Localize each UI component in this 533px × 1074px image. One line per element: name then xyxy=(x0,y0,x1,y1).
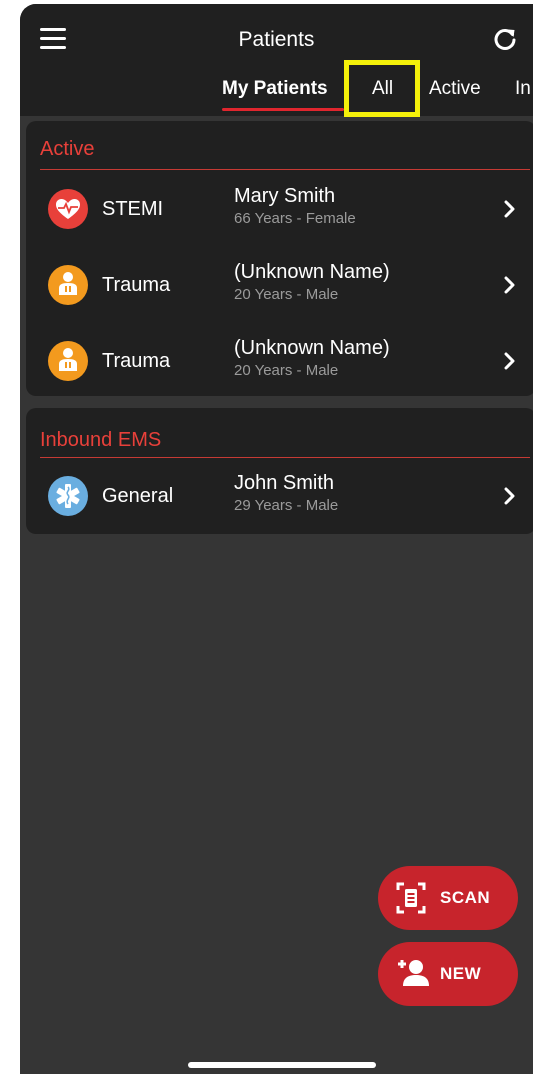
injured-person-icon xyxy=(48,341,88,381)
selected-tab-indicator xyxy=(222,108,344,111)
heart-pulse-icon xyxy=(48,189,88,229)
patient-details: 20 Years - Male xyxy=(234,362,339,379)
tab-inbound[interactable]: In xyxy=(515,78,531,100)
chevron-right-icon xyxy=(504,200,515,218)
patient-name: John Smith xyxy=(234,472,335,494)
patient-type: Trauma xyxy=(102,350,171,372)
patient-details: 20 Years - Male xyxy=(234,286,339,303)
highlight-box xyxy=(344,60,420,117)
add-person-icon xyxy=(398,960,429,986)
list-item[interactable]: STEMI Mary Smith 66 Years - Female xyxy=(26,172,533,246)
patient-name: (Unknown Name) xyxy=(234,337,390,359)
list-item[interactable]: Trauma (Unknown Name) 20 Years - Male xyxy=(26,248,533,322)
chevron-right-icon xyxy=(504,276,515,294)
top-bar: Patients My Patients All Active In xyxy=(20,4,533,117)
new-label: NEW xyxy=(440,964,482,983)
patient-details: 29 Years - Male xyxy=(234,497,339,514)
scan-button[interactable]: SCAN xyxy=(378,866,518,930)
list-item[interactable]: General John Smith 29 Years - Male xyxy=(26,459,533,533)
section-title: Active xyxy=(40,138,95,160)
patient-type: Trauma xyxy=(102,274,171,296)
injured-person-icon xyxy=(48,265,88,305)
tab-active[interactable]: Active xyxy=(429,78,481,100)
scan-label: SCAN xyxy=(440,888,491,907)
patient-name: (Unknown Name) xyxy=(234,261,390,283)
star-of-life-icon xyxy=(48,476,88,516)
refresh-icon[interactable] xyxy=(492,26,518,52)
patient-details: 66 Years - Female xyxy=(234,210,356,227)
page-title: Patients xyxy=(238,28,315,51)
tab-my-patients[interactable]: My Patients xyxy=(222,78,328,100)
section-title: Inbound EMS xyxy=(40,429,162,451)
patient-type: General xyxy=(102,485,174,507)
section-active: Active STEMI Mary Smith 66 Years - Femal… xyxy=(26,121,533,396)
home-indicator xyxy=(188,1062,376,1068)
section-divider xyxy=(40,457,530,458)
new-patient-button[interactable]: NEW xyxy=(378,942,518,1006)
chevron-right-icon xyxy=(504,352,515,370)
chevron-right-icon xyxy=(504,487,515,505)
section-divider xyxy=(40,169,530,170)
section-inbound-ems: Inbound EMS General John Smith 29 Years … xyxy=(26,408,533,534)
scan-document-icon xyxy=(396,882,426,914)
patient-name: Mary Smith xyxy=(234,185,336,207)
app-screen: Patients My Patients All Active In Activ… xyxy=(20,4,533,1074)
patient-type: STEMI xyxy=(102,198,164,220)
list-item[interactable]: Trauma (Unknown Name) 20 Years - Male xyxy=(26,324,533,398)
